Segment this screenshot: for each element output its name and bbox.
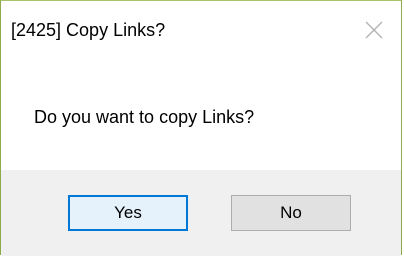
copy-links-dialog: [2425] Copy Links? Do you want to copy L…: [0, 0, 402, 256]
close-button[interactable]: [361, 17, 387, 43]
dialog-title: [2425] Copy Links?: [11, 20, 166, 40]
yes-button[interactable]: Yes: [68, 195, 188, 231]
no-button[interactable]: No: [231, 195, 351, 231]
button-bar: Yes No: [1, 170, 401, 256]
dialog-message: Do you want to copy Links?: [34, 107, 255, 127]
title-bar[interactable]: [2425] Copy Links?: [1, 1, 401, 59]
close-icon: [365, 21, 383, 39]
